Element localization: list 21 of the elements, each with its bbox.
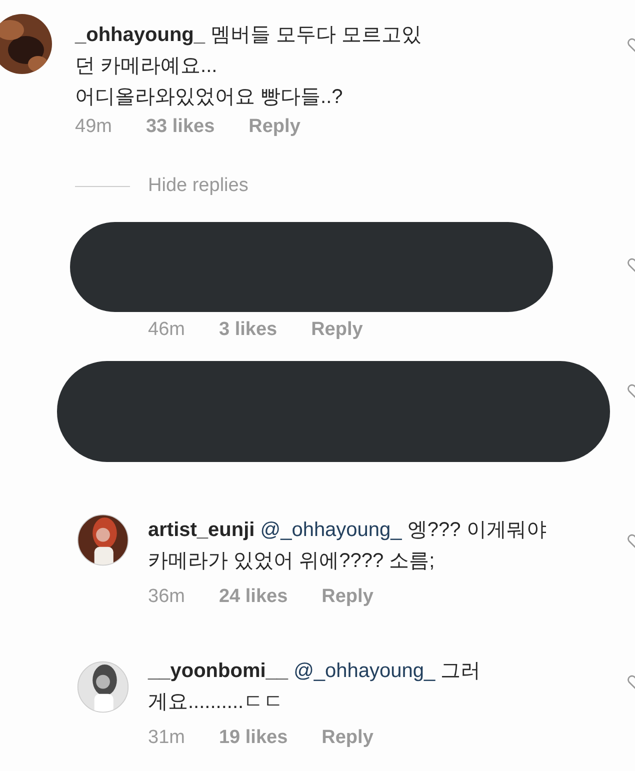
comment-text: __yoonbomi__ @_ohhayoung_ 그러 게요..........ㄷㄷ — [148, 659, 481, 715]
reply-link[interactable]: Reply — [322, 723, 374, 753]
username-link[interactable]: artist_eunji — [148, 519, 255, 541]
reply-link[interactable]: Reply — [248, 112, 300, 142]
likes-count[interactable]: 33 likes — [146, 112, 215, 142]
mention-link[interactable]: @_ohhayoung_ — [260, 519, 402, 541]
username-link[interactable]: __yoonbomi__ — [148, 660, 288, 682]
comment-time: 31m — [148, 726, 185, 750]
comment-text: artist_eunji @_ohhayoung_ 엥??? 이게뭐야 카메라가 있었어 위에???? 소름; — [148, 518, 546, 574]
comment-time: 36m — [148, 585, 185, 609]
comment-text: _ohhayoung_ 멤버들 모두다 모르고있 던 카메라예요... 어디올라와있었어요 빵다들..? — [75, 23, 422, 110]
likes-count[interactable]: 3 likes — [218, 315, 278, 345]
reply-link[interactable]: Reply — [322, 582, 374, 612]
username-link[interactable]: _ohhayoung_ — [75, 24, 206, 46]
likes-count[interactable]: 24 likes — [218, 582, 288, 612]
reply-link[interactable]: Reply — [311, 315, 363, 345]
likes-count[interactable]: 19 likes — [218, 723, 288, 753]
hide-replies-link[interactable]: Hide replies — [148, 175, 248, 197]
comment-time: 46m — [148, 318, 185, 342]
comment-time: 49m — [75, 115, 112, 139]
mention-link[interactable]: @_ohhayoung_ — [294, 660, 436, 682]
